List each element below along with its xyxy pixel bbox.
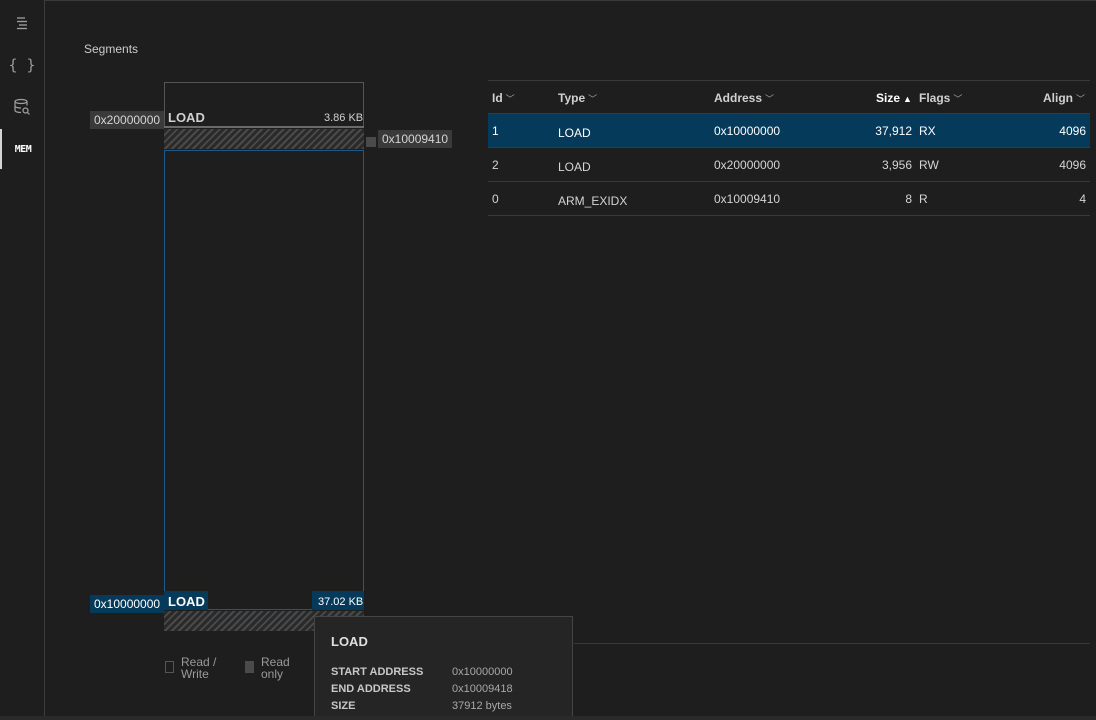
flash-segment-name: LOAD [168, 594, 205, 609]
tooltip-start-label: START ADDRESS [331, 666, 424, 678]
exidx-address: 0x10009410 [378, 130, 453, 148]
bottom-border [0, 716, 1096, 720]
tooltip-title: LOAD [331, 634, 368, 649]
cell-address: 0x20000000 [714, 158, 781, 172]
cell-type: ARM_EXIDX [558, 194, 628, 208]
ram-segment-bar [164, 126, 364, 128]
chevron-down-icon: ﹀ [765, 94, 775, 104]
tooltip-size-label: SIZE [331, 700, 356, 712]
table-row[interactable]: 0 ARM_EXIDX 0x10009410 8 R 4 [488, 182, 1090, 216]
exidx-marker[interactable] [366, 137, 376, 147]
cell-flags: RW [919, 158, 939, 172]
flash-segment-size: 37.02 KB [318, 596, 364, 608]
column-header-size[interactable]: Size ▲ [876, 91, 912, 105]
table-row[interactable]: 1 LOAD 0x10000000 37,912 RX 4096 [488, 114, 1090, 148]
cell-id: 2 [492, 158, 499, 172]
cell-address: 0x10009410 [714, 192, 781, 206]
outline-icon[interactable] [0, 3, 44, 43]
gap-hatch-top [164, 129, 364, 149]
activity-bar: { } MEM [0, 0, 45, 720]
flash-start-address: 0x10000000 [90, 595, 165, 613]
sort-ascending-icon: ▲ [903, 94, 912, 104]
tooltip-start-value: 0x10000000 [452, 666, 513, 678]
cell-align: 4096 [1059, 158, 1086, 172]
cell-address: 0x10000000 [714, 124, 781, 138]
chevron-down-icon: ﹀ [953, 94, 963, 104]
legend-read-only-swatch [245, 661, 254, 673]
segment-tooltip: LOAD START ADDRESS 0x10000000 END ADDRES… [314, 616, 573, 720]
ram-start-address: 0x20000000 [90, 111, 165, 129]
tooltip-end-label: END ADDRESS [331, 683, 411, 695]
legend-read-write-swatch [165, 661, 174, 673]
cell-type: LOAD [558, 160, 591, 174]
ram-segment-size: 3.86 KB [324, 112, 364, 124]
cell-id: 0 [492, 192, 499, 206]
legend-read-write-label: Read / Write [181, 655, 217, 681]
ram-segment-name: LOAD [168, 110, 205, 125]
column-header-align[interactable]: Align ﹀ [1043, 91, 1085, 105]
cell-type: LOAD [558, 126, 591, 140]
cell-id: 1 [492, 124, 499, 138]
table-row[interactable]: 2 LOAD 0x20000000 3,956 RW 4096 [488, 148, 1090, 182]
table-header: Id ﹀ Type ﹀ Address ﹀ Size ▲ Flags ﹀ Align ﹀ [488, 80, 1090, 114]
tooltip-end-value: 0x10009418 [452, 683, 513, 695]
cell-align: 4 [1079, 192, 1086, 206]
segments-table: Id ﹀ Type ﹀ Address ﹀ Size ▲ Flags ﹀ Align ﹀ 1… [488, 80, 1090, 216]
chevron-down-icon: ﹀ [505, 94, 515, 104]
column-header-type[interactable]: Type ﹀ [558, 91, 597, 105]
panel-title: Segments [84, 42, 139, 56]
cell-align: 4096 [1059, 124, 1086, 138]
column-header-id[interactable]: Id ﹀ [492, 91, 515, 105]
cell-flags: R [919, 192, 928, 206]
tooltip-size-value: 37912 bytes [452, 700, 512, 712]
cell-size: 37,912 [875, 124, 912, 138]
legend-read-only-label: Read only [261, 655, 290, 681]
cell-size: 3,956 [881, 158, 912, 172]
database-search-icon[interactable] [0, 87, 44, 127]
top-border [0, 0, 1096, 1]
flash-segment-block[interactable] [164, 150, 364, 610]
memory-icon[interactable]: MEM [0, 129, 44, 169]
column-header-address[interactable]: Address ﹀ [714, 91, 774, 105]
column-header-flags[interactable]: Flags ﹀ [919, 91, 962, 105]
divider [574, 643, 1090, 644]
cell-size: 8 [905, 192, 912, 206]
cell-flags: RX [919, 124, 936, 138]
chevron-down-icon: ﹀ [1076, 94, 1086, 104]
braces-icon[interactable]: { } [0, 45, 44, 85]
chevron-down-icon: ﹀ [588, 94, 598, 104]
